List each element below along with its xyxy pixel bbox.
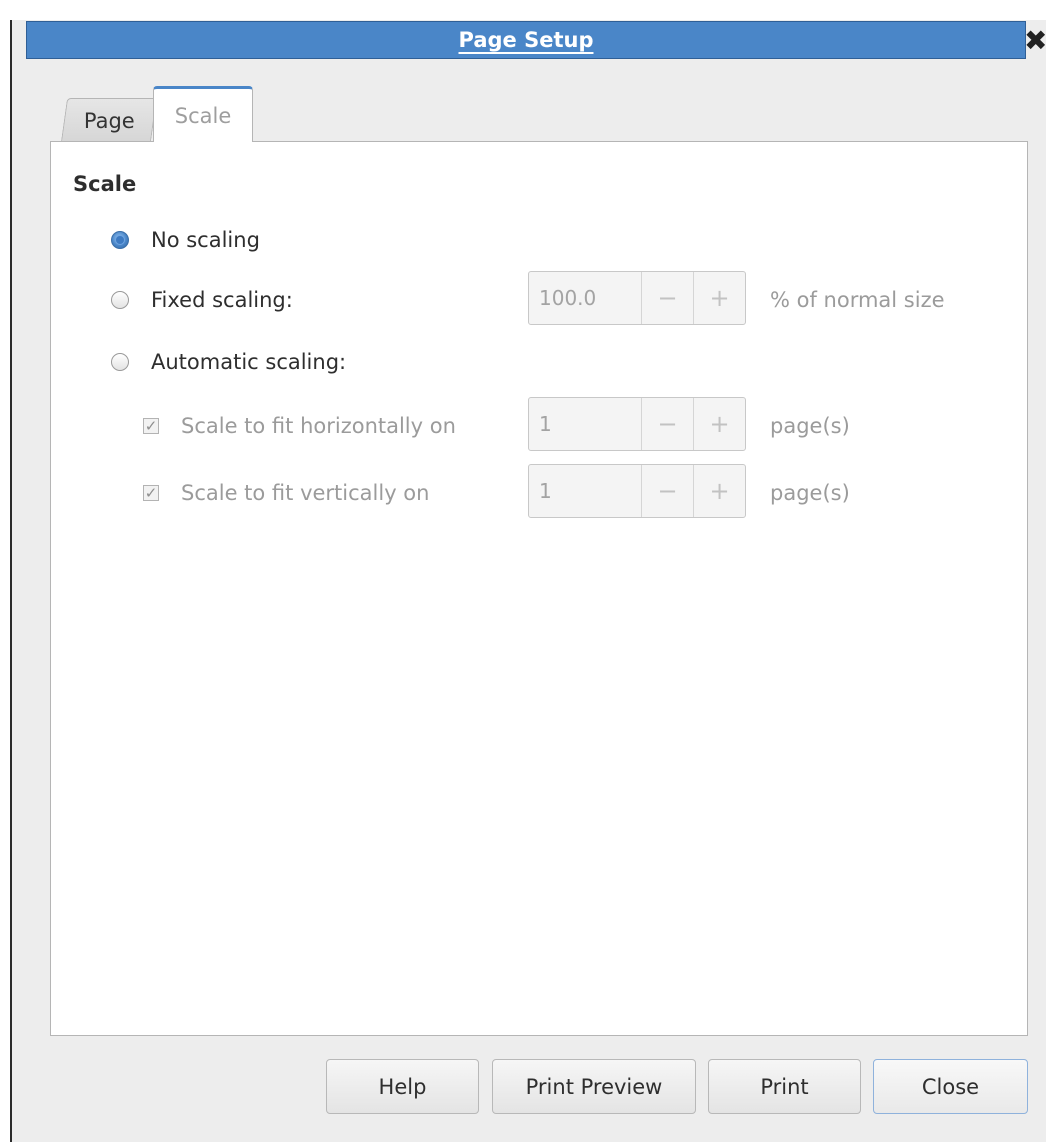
fit-vertically-option[interactable]: ✓ Scale to fit vertically on [143,481,429,505]
fit-vertically-decrement-button[interactable]: − [641,465,693,517]
close-button[interactable]: Close [873,1059,1028,1114]
fixed-scaling-spinbutton[interactable]: 100.0 − + [528,271,746,325]
fixed-scaling-label: Fixed scaling: [151,288,293,312]
automatic-scaling-option[interactable]: Automatic scaling: [111,350,346,374]
fit-vertically-unit: page(s) [770,481,850,505]
tab-page[interactable]: Page [60,98,158,142]
no-scaling-label: No scaling [151,228,260,252]
fixed-scaling-radio[interactable] [111,291,129,309]
automatic-scaling-label: Automatic scaling: [151,350,347,374]
fit-horizontally-label: Scale to fit horizontally on [181,414,456,438]
fit-horizontally-spinbutton[interactable]: 1 − + [528,397,746,451]
fit-horizontally-unit: page(s) [770,414,850,438]
fit-horizontally-option[interactable]: ✓ Scale to fit horizontally on [143,414,456,438]
section-title: Scale [73,172,137,196]
tab-scale[interactable]: Scale [153,86,253,142]
fit-horizontally-checkbox[interactable]: ✓ [143,418,159,434]
close-icon[interactable]: ✖ [1024,27,1046,55]
print-button[interactable]: Print [708,1059,861,1114]
automatic-scaling-radio[interactable] [111,353,129,371]
dialog-title: Page Setup [458,28,594,52]
tab-scale-label: Scale [174,103,232,128]
help-button[interactable]: Help [326,1059,479,1114]
fit-vertically-value[interactable]: 1 [529,465,641,517]
fixed-scaling-value[interactable]: 100.0 [529,272,641,324]
fit-horizontally-value[interactable]: 1 [529,398,641,450]
fixed-scaling-unit: % of normal size [770,288,945,312]
fixed-scaling-increment-button[interactable]: + [693,272,745,324]
title-bar[interactable]: Page Setup [26,21,1026,59]
fit-horizontally-decrement-button[interactable]: − [641,398,693,450]
fit-vertically-label: Scale to fit vertically on [181,481,430,505]
fixed-scaling-decrement-button[interactable]: − [641,272,693,324]
page-setup-dialog: Page Setup ✖ Page Scale Scale No scaling… [10,20,1046,1142]
fit-vertically-increment-button[interactable]: + [693,465,745,517]
fit-horizontally-increment-button[interactable]: + [693,398,745,450]
scale-panel: Scale No scaling Fixed scaling: 100.0 − … [50,141,1028,1036]
fit-vertically-spinbutton[interactable]: 1 − + [528,464,746,518]
tab-page-label: Page [83,108,135,133]
no-scaling-radio[interactable] [111,231,129,249]
fixed-scaling-option[interactable]: Fixed scaling: [111,288,293,312]
no-scaling-option[interactable]: No scaling [111,228,260,252]
fit-vertically-checkbox[interactable]: ✓ [143,485,159,501]
print-preview-button[interactable]: Print Preview [492,1059,696,1114]
